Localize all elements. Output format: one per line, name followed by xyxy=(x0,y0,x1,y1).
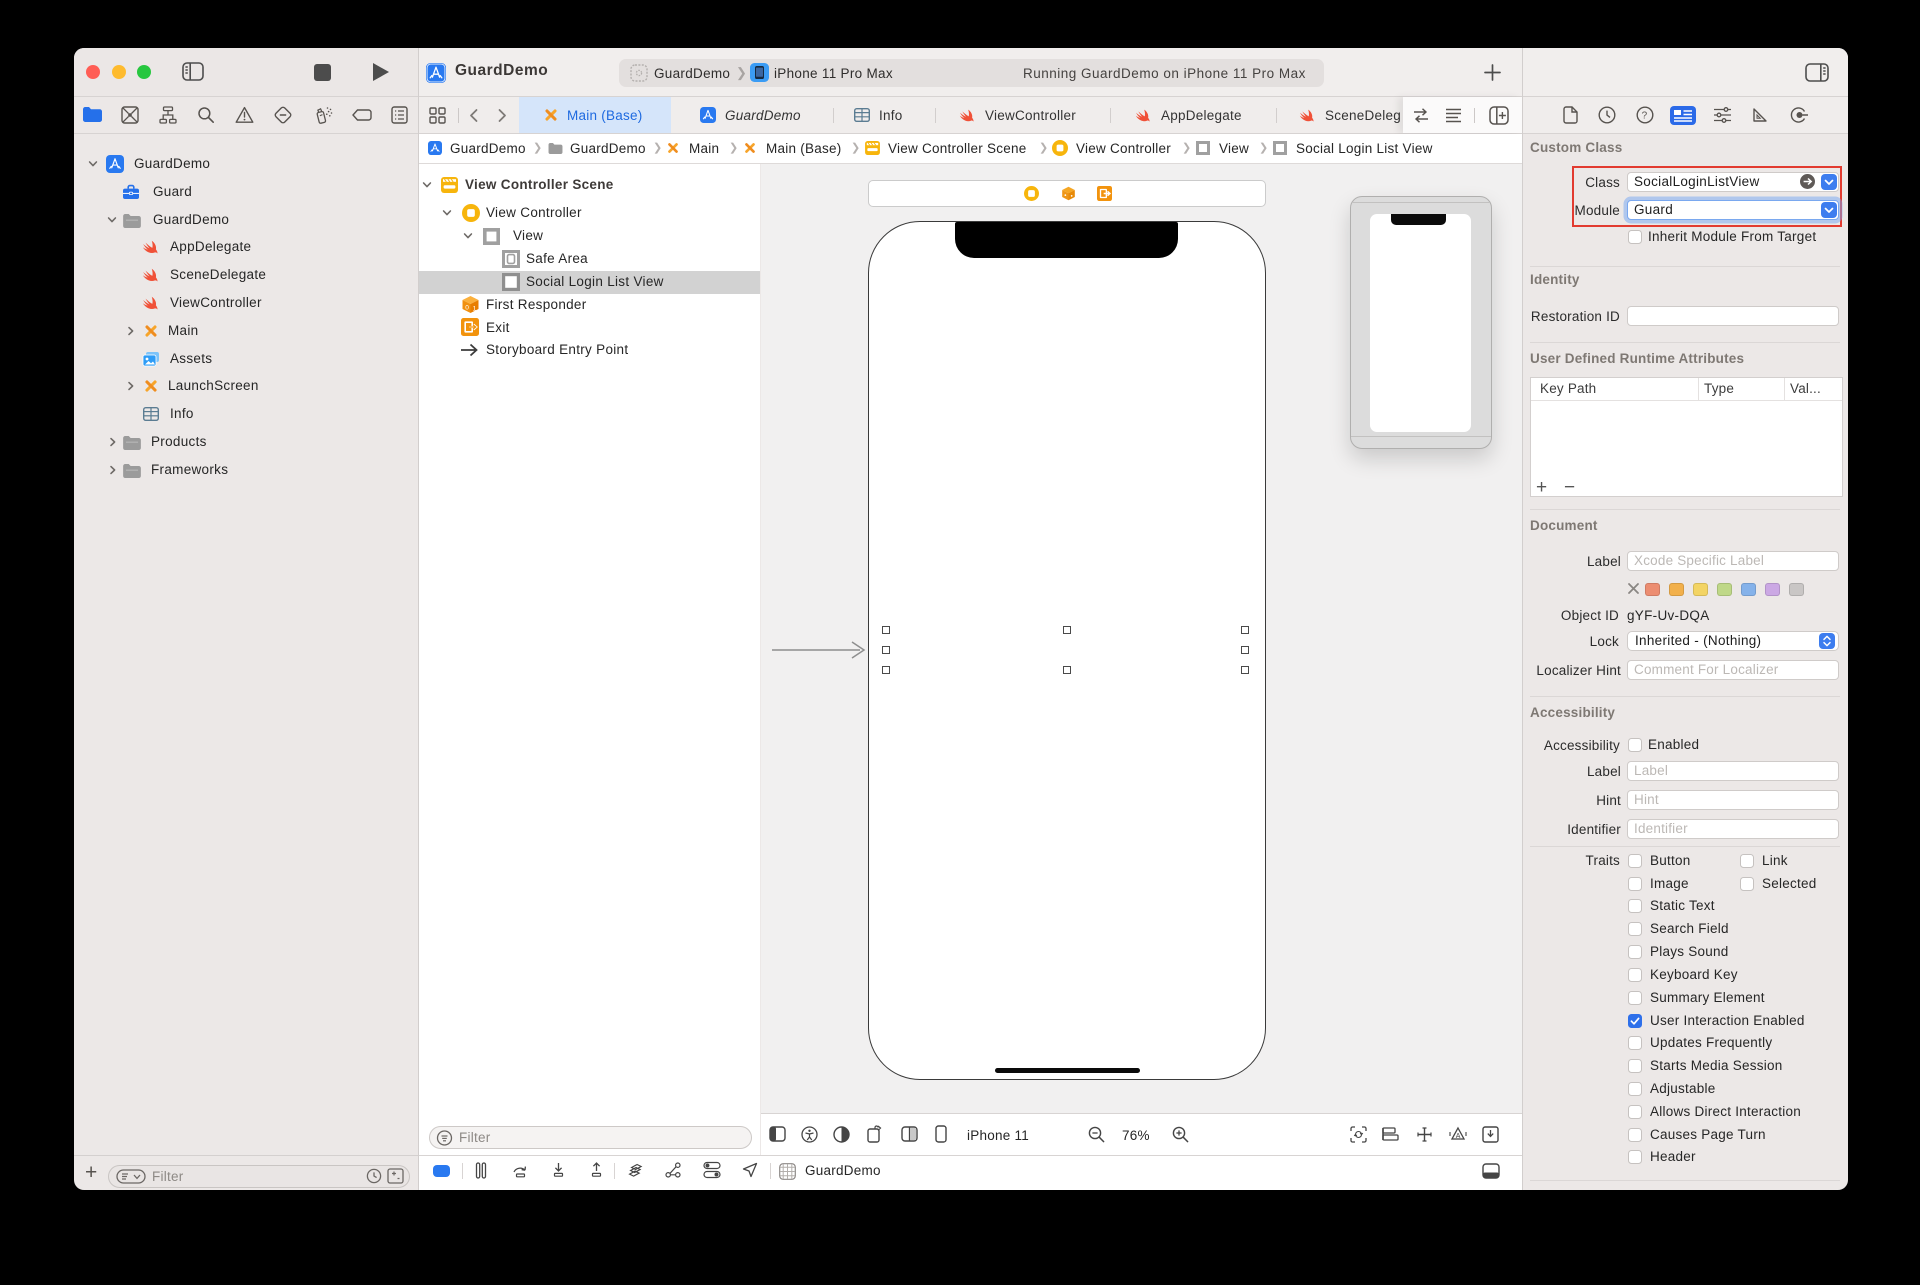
svg-text:A: A xyxy=(1456,1133,1461,1140)
svg-text:?: ? xyxy=(1642,111,1648,122)
svg-text:0: 0 xyxy=(465,305,469,312)
svg-text:1: 1 xyxy=(473,306,477,313)
